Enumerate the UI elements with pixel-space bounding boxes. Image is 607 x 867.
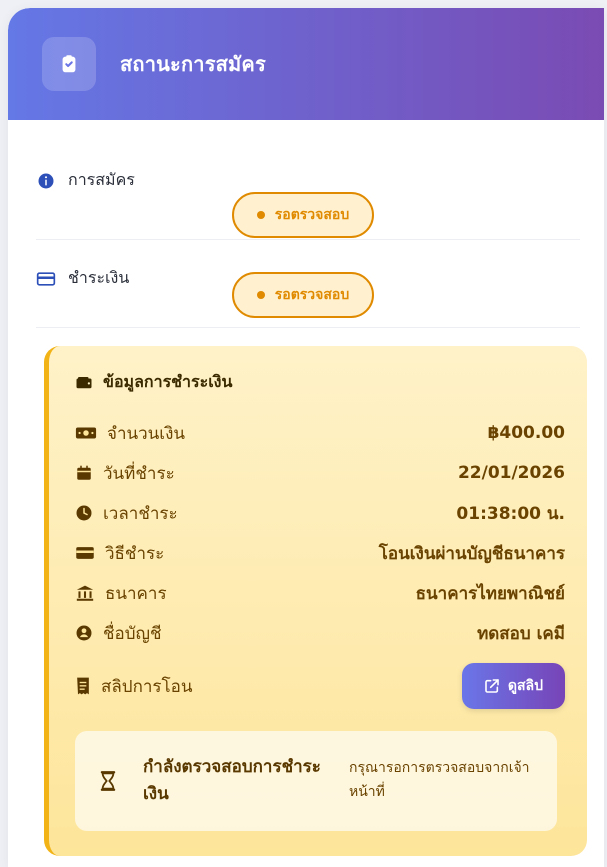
verification-notice-title: กำลังตรวจสอบการชำระเงิน <box>143 756 321 804</box>
status-row-application: การสมัคร รอตรวจสอบ <box>36 120 580 240</box>
status-row-payment: ชำระเงิน รอตรวจสอบ <box>36 240 580 328</box>
status-row-label-group: ชำระเงิน <box>36 266 216 291</box>
payment-account-label-group: ชื่อบัญชี <box>75 620 162 647</box>
wallet-icon <box>75 375 93 391</box>
payment-date-label: วันที่ชำระ <box>103 463 175 484</box>
payment-bank-label: ธนาคาร <box>105 583 167 604</box>
payment-bank-row: ธนาคาร ธนาคารไทยพาณิชย์ <box>75 573 565 613</box>
status-dot <box>256 291 265 299</box>
payment-account-value: ทดสอบ เคมี <box>477 623 565 644</box>
payment-time-value: 01:38:00 น. <box>456 503 565 524</box>
verification-notice: กำลังตรวจสอบการชำระเงิน กรุณารอการตรวจสอ… <box>75 731 557 831</box>
user-circle-icon <box>75 624 93 642</box>
payment-method-value: โอนเงินผ่านบัญชีธนาคาร <box>378 543 565 564</box>
card-icon <box>75 545 95 561</box>
calendar-icon <box>75 464 93 482</box>
payment-bank-label-group: ธนาคาร <box>75 580 167 607</box>
clock-icon <box>75 504 93 522</box>
payment-time-label-group: เวลาชำระ <box>75 500 178 527</box>
view-slip-button-label: ดูสลิป <box>507 678 543 694</box>
external-link-icon <box>484 678 500 694</box>
payment-account-label: ชื่อบัญชี <box>103 623 162 644</box>
payment-amount-row: จำนวนเงิน ฿400.00 <box>75 413 565 453</box>
payment-info-title: ข้อมูลการชำระเงิน <box>75 370 565 395</box>
application-status-card: สถานะการสมัคร การสมัคร รอตรวจสอบ ชำระเงิ… <box>8 8 604 867</box>
payment-time-label: เวลาชำระ <box>103 503 178 524</box>
payment-slip-label: สลิปการโอน <box>101 676 193 697</box>
payment-date-row: วันที่ชำระ 22/01/2026 <box>75 453 565 493</box>
payment-account-row: ชื่อบัญชี ทดสอบ เคมี <box>75 613 565 653</box>
status-badge-text: รอตรวจสอบ <box>274 287 350 303</box>
payment-date-value: 22/01/2026 <box>457 463 565 483</box>
payment-info-panel: ข้อมูลการชำระเงิน จำนวนเงิน ฿400.00 วันท… <box>44 346 587 856</box>
payment-method-label: วิธีชำระ <box>105 543 165 564</box>
payment-slip-row: สลิปการโอน ดูสลิป <box>75 659 565 713</box>
credit-card-icon <box>36 269 56 289</box>
status-header: สถานะการสมัคร <box>8 8 604 120</box>
verification-notice-desc: กรุณารอการตรวจสอบจากเจ้าหน้าที่ <box>349 760 530 800</box>
status-badge-payment: รอตรวจสอบ <box>232 272 374 318</box>
info-icon <box>36 171 56 191</box>
status-row-label: ชำระเงิน <box>68 268 130 287</box>
payment-slip-label-group: สลิปการโอน <box>75 673 193 700</box>
status-title: สถานะการสมัคร <box>120 52 266 76</box>
money-icon <box>75 425 97 441</box>
payment-bank-value: ธนาคารไทยพาณิชย์ <box>415 583 565 604</box>
hourglass-icon <box>99 770 117 792</box>
payment-method-row: วิธีชำระ โอนเงินผ่านบัญชีธนาคาร <box>75 533 565 573</box>
status-row-label-group: การสมัคร <box>36 168 216 193</box>
payment-amount-label-group: จำนวนเงิน <box>75 420 185 447</box>
receipt-icon <box>75 676 91 696</box>
payment-method-label-group: วิธีชำระ <box>75 540 164 567</box>
status-badge-application: รอตรวจสอบ <box>232 192 374 238</box>
payment-time-row: เวลาชำระ 01:38:00 น. <box>75 493 565 533</box>
view-slip-button[interactable]: ดูสลิป <box>461 663 565 709</box>
status-badge-text: รอตรวจสอบ <box>274 207 350 223</box>
clipboard-check-icon <box>42 37 96 91</box>
status-content: การสมัคร รอตรวจสอบ ชำระเงิน รอตรวจสอบ <box>8 120 604 328</box>
payment-info-title-text: ข้อมูลการชำระเงิน <box>103 372 233 391</box>
payment-date-label-group: วันที่ชำระ <box>75 460 175 487</box>
status-row-label: การสมัคร <box>68 170 135 189</box>
bank-icon <box>75 584 95 602</box>
payment-amount-label: จำนวนเงิน <box>107 423 186 444</box>
status-dot <box>256 211 265 219</box>
payment-amount-value: ฿400.00 <box>487 423 565 443</box>
